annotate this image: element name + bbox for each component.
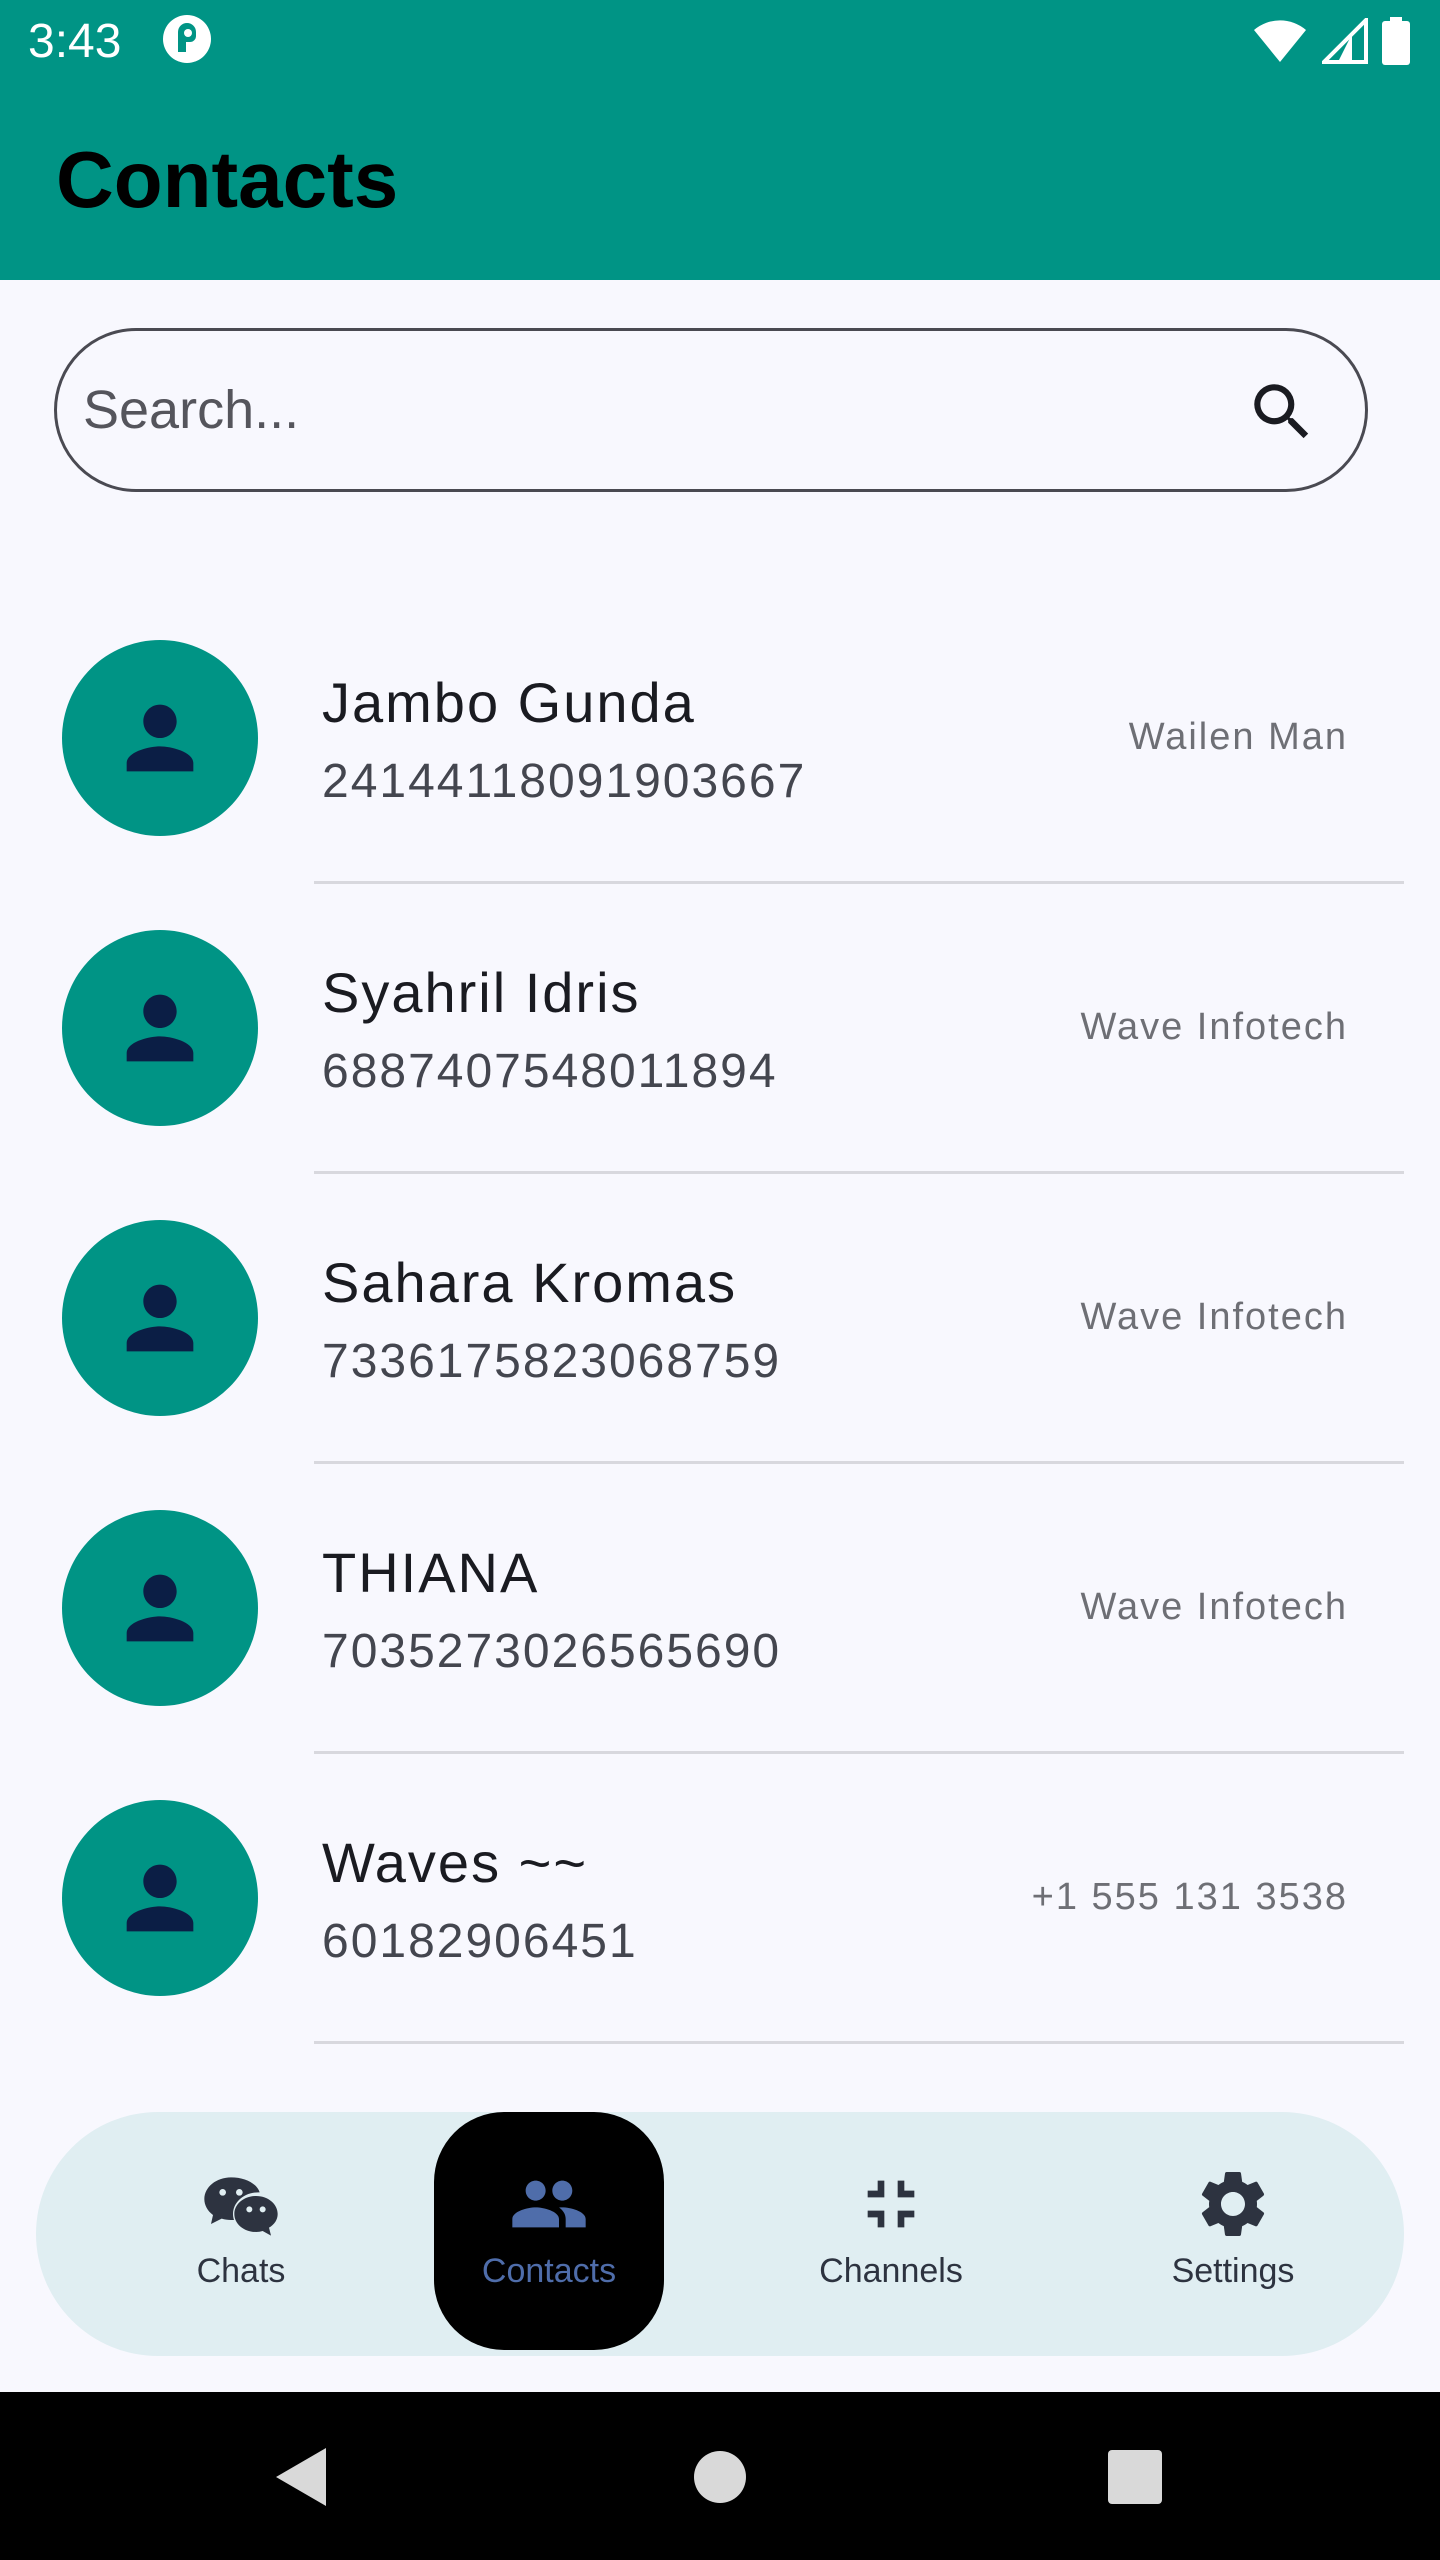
- back-icon[interactable]: [266, 2442, 336, 2512]
- contact-organization: Wave Infotech: [1080, 1006, 1348, 1048]
- contact-name: Syahril Idris: [322, 961, 641, 1024]
- contact-number: 7035273026565690: [322, 1625, 782, 1678]
- contact-number: 24144118091903667: [322, 755, 807, 808]
- channels-icon: [867, 2180, 915, 2227]
- contact-name: Waves ~~: [322, 1831, 589, 1894]
- battery-icon: [1382, 17, 1410, 65]
- contact-row[interactable]: Syahril Idris 6887407548011894 Wave Info…: [0, 884, 1440, 1174]
- person-icon: [126, 1284, 194, 1352]
- avatar: [62, 930, 258, 1126]
- contact-number: 60182906451: [322, 1915, 638, 1968]
- search-input[interactable]: [83, 331, 1223, 489]
- wifi-icon: [1254, 20, 1306, 62]
- contact-number: 6887407548011894: [322, 1045, 778, 1098]
- divider: [314, 2041, 1404, 2044]
- nav-label: Settings: [1171, 2251, 1295, 2290]
- person-icon: [126, 994, 194, 1062]
- contact-name: THIANA: [322, 1541, 540, 1604]
- contact-row[interactable]: THIANA 7035273026565690 Wave Infotech: [0, 1464, 1440, 1754]
- contact-name: Sahara Kromas: [322, 1251, 738, 1314]
- settings-icon: [1201, 2171, 1265, 2236]
- person-icon: [126, 1574, 194, 1642]
- nav-label: Contacts: [481, 2251, 617, 2290]
- contact-row[interactable]: Sahara Kromas 7336175823068759 Wave Info…: [0, 1174, 1440, 1464]
- person-icon: [126, 704, 194, 772]
- contacts-list: Jambo Gunda 24144118091903667 Wailen Man…: [0, 594, 1440, 2044]
- contact-number: 7336175823068759: [322, 1335, 782, 1388]
- contact-organization: Wave Infotech: [1080, 1296, 1348, 1338]
- cellular-signal-icon: [1322, 18, 1368, 64]
- person-icon: [126, 1864, 194, 1932]
- bottom-navigation: Chats Contacts Channels Settings: [36, 2112, 1404, 2356]
- avatar: [62, 1220, 258, 1416]
- home-icon[interactable]: [685, 2442, 755, 2512]
- system-navigation-bar: [0, 2392, 1440, 2560]
- nav-label: Channels: [819, 2251, 963, 2290]
- contact-row[interactable]: Jambo Gunda 24144118091903667 Wailen Man: [0, 594, 1440, 884]
- avatar: [62, 1800, 258, 1996]
- nav-item-chats[interactable]: Chats: [126, 2112, 356, 2356]
- search-bar: [54, 328, 1368, 492]
- contacts-icon: [512, 2180, 586, 2227]
- app-bar: 3:43 Contacts: [0, 0, 1440, 280]
- search-icon[interactable]: [1245, 375, 1319, 449]
- page-title: Contacts: [56, 135, 399, 224]
- recents-icon[interactable]: [1100, 2442, 1170, 2512]
- contact-organization: Wailen Man: [1128, 716, 1348, 758]
- app-notification-icon: [163, 15, 211, 63]
- contact-phone: +1 555 131 3538: [1031, 1876, 1348, 1918]
- contact-row[interactable]: Waves ~~ 60182906451 +1 555 131 3538: [0, 1754, 1440, 2044]
- contact-name: Jambo Gunda: [322, 671, 696, 734]
- avatar: [62, 1510, 258, 1706]
- contacts-screen: 3:43 Contacts Search... Jambo Gunda 2414…: [0, 0, 1440, 2560]
- nav-label: Chats: [196, 2251, 286, 2290]
- status-icons: [1252, 16, 1410, 66]
- contact-organization: Wave Infotech: [1080, 1586, 1348, 1628]
- status-time: 3:43: [28, 15, 122, 68]
- chats-icon: [204, 2176, 278, 2236]
- nav-item-settings[interactable]: Settings: [1118, 2112, 1348, 2356]
- avatar: [62, 640, 258, 836]
- nav-item-channels[interactable]: Channels: [776, 2112, 1006, 2356]
- nav-item-contacts[interactable]: Contacts: [434, 2112, 664, 2356]
